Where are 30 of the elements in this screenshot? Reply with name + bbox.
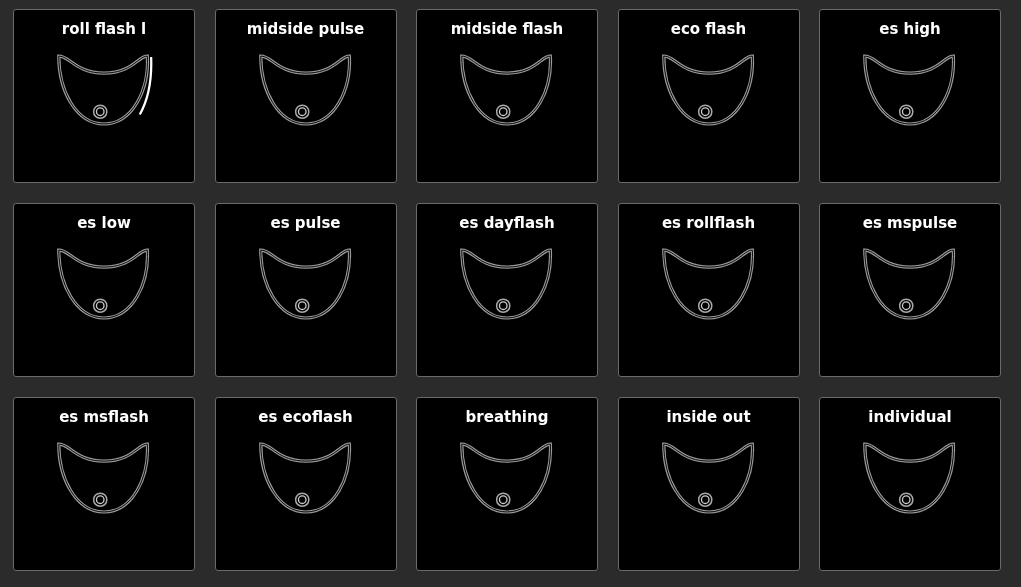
effect-title: es dayflash <box>459 213 555 233</box>
effect-card[interactable]: es ecoflash <box>214 397 397 571</box>
effect-card[interactable]: midside pulse <box>214 9 397 183</box>
effect-card[interactable]: es rollflash <box>617 203 800 377</box>
effect-card[interactable]: es msflash <box>13 397 195 571</box>
effect-card[interactable]: eco flash <box>617 9 800 183</box>
effect-card[interactable]: midside flash <box>416 9 598 183</box>
effect-title: es high <box>879 19 941 39</box>
effect-title: es rollflash <box>661 213 756 233</box>
effect-card[interactable]: es pulse <box>214 203 397 377</box>
effect-title: es msflash <box>59 407 149 427</box>
effect-card[interactable]: es mspulse <box>819 203 1001 377</box>
effect-card[interactable]: breathing <box>416 397 598 571</box>
effect-title: roll flash l <box>61 19 147 39</box>
effect-title: breathing <box>465 407 549 427</box>
effect-title: individual <box>868 407 952 427</box>
effect-title: es pulse <box>270 213 341 233</box>
effect-title: eco flash <box>670 19 747 39</box>
effect-title: midside flash <box>450 19 564 39</box>
effect-title: es ecoflash <box>258 407 353 427</box>
effect-title: midside pulse <box>246 19 365 39</box>
effect-title: es low <box>77 213 131 233</box>
effect-title: inside out <box>666 407 751 427</box>
effect-card[interactable]: roll flash l <box>13 9 195 183</box>
effect-card[interactable]: individual <box>819 397 1001 571</box>
effect-card[interactable]: es dayflash <box>416 203 598 377</box>
effect-title: es mspulse <box>862 213 958 233</box>
effect-card[interactable]: inside out <box>617 397 800 571</box>
effect-card[interactable]: es high <box>819 9 1001 183</box>
effect-card[interactable]: es low <box>13 203 195 377</box>
